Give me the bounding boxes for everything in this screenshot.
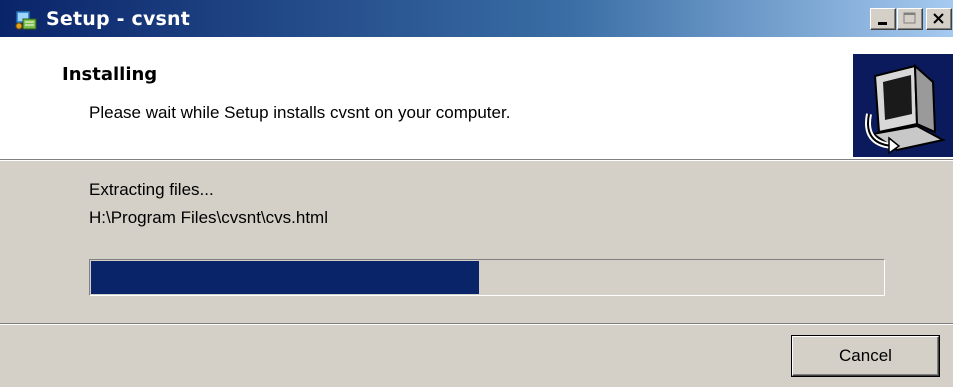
setup-installer-icon bbox=[15, 10, 37, 30]
minimize-icon bbox=[878, 22, 887, 25]
computer-install-icon bbox=[853, 54, 953, 157]
cancel-button[interactable]: Cancel bbox=[792, 336, 939, 376]
page-subtitle: Please wait while Setup installs cvsnt o… bbox=[89, 103, 511, 122]
header-panel: Installing Please wait while Setup insta… bbox=[0, 37, 953, 159]
page-title: Installing bbox=[62, 64, 158, 85]
setup-window: Setup - cvsnt Installing Please wait whi… bbox=[0, 0, 953, 387]
close-button[interactable] bbox=[926, 8, 952, 30]
footer-separator bbox=[0, 323, 953, 325]
minimize-button[interactable] bbox=[870, 8, 896, 30]
status-label: Extracting files... bbox=[89, 180, 214, 199]
maximize-icon bbox=[903, 12, 916, 24]
progress-bar-fill bbox=[91, 261, 479, 294]
header-separator bbox=[0, 159, 953, 161]
title-bar[interactable]: Setup - cvsnt bbox=[0, 0, 953, 37]
current-file-label: H:\Program Files\cvsnt\cvs.html bbox=[89, 208, 328, 227]
close-icon bbox=[933, 13, 944, 24]
window-title: Setup - cvsnt bbox=[46, 8, 191, 30]
progress-bar bbox=[89, 259, 885, 296]
maximize-button[interactable] bbox=[897, 8, 923, 30]
